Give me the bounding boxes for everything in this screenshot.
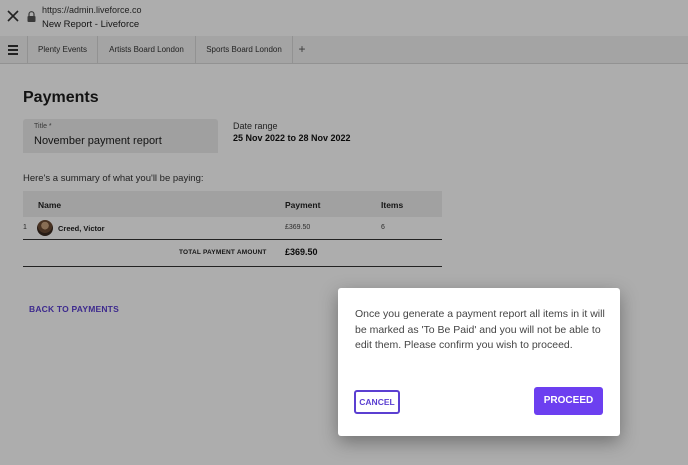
- proceed-button[interactable]: PROCEED: [534, 387, 603, 415]
- dialog-message: Once you generate a payment report all i…: [355, 308, 605, 351]
- confirm-dialog: Once you generate a payment report all i…: [338, 288, 620, 436]
- cancel-button[interactable]: CANCEL: [354, 390, 400, 414]
